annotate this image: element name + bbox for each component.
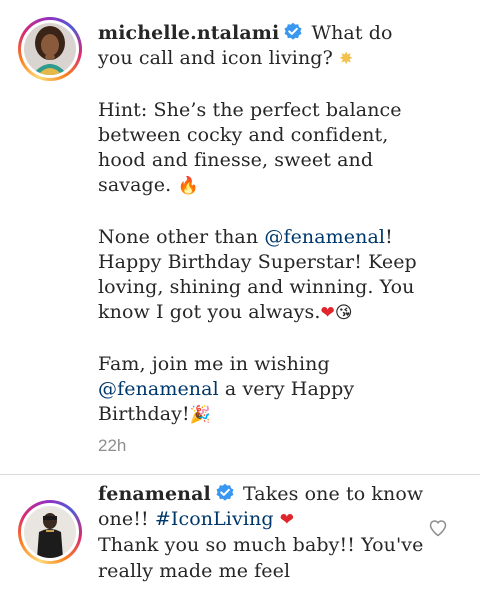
comment-body-text: Thank you so much baby!! You've really m… bbox=[98, 534, 424, 582]
sparkle-emoji-icon: ✸ bbox=[339, 49, 354, 70]
divider bbox=[0, 474, 480, 475]
caption-post: michelle.ntalami What do you call and ic… bbox=[0, 0, 480, 470]
comment-text: fenamenal Takes one to know one!! #IconL… bbox=[98, 482, 428, 584]
post-timestamp[interactable]: 22h bbox=[98, 436, 126, 456]
red-heart-emoji-icon: ❤ bbox=[320, 303, 335, 324]
caption-hint-text: Hint: She’s the perfect balance between … bbox=[98, 98, 402, 197]
fire-emoji-icon: 🔥 bbox=[177, 176, 199, 197]
comment-item: fenamenal Takes one to know one!! #IconL… bbox=[0, 478, 480, 604]
red-heart-emoji-icon: ❤ bbox=[279, 510, 295, 531]
avatar-michelle[interactable] bbox=[24, 23, 76, 75]
avatar-fenamenal[interactable] bbox=[24, 506, 76, 558]
mention-fenamenal-2[interactable]: @fenamenal bbox=[98, 378, 219, 400]
username-fenamenal[interactable]: fenamenal bbox=[98, 483, 211, 505]
kiss-face-emoji-icon: 😘 bbox=[334, 303, 353, 324]
party-popper-emoji-icon: 🎉 bbox=[189, 405, 212, 425]
heart-outline-icon[interactable] bbox=[428, 518, 448, 538]
caption-text: michelle.ntalami What do you call and ic… bbox=[98, 21, 428, 428]
verified-badge-icon bbox=[284, 22, 302, 40]
mention-fenamenal[interactable]: @fenamenal bbox=[264, 226, 385, 248]
caption-para2-lead: None other than bbox=[98, 225, 265, 248]
avatar-story-ring[interactable] bbox=[18, 17, 82, 81]
caption-para3-lead: Fam, join me in wishing bbox=[98, 352, 330, 375]
hashtag-iconliving[interactable]: #IconLiving bbox=[155, 508, 274, 530]
username-michelle[interactable]: michelle.ntalami bbox=[98, 22, 279, 44]
avatar-story-ring-fenamenal[interactable] bbox=[18, 500, 82, 564]
verified-badge-icon bbox=[216, 483, 234, 501]
